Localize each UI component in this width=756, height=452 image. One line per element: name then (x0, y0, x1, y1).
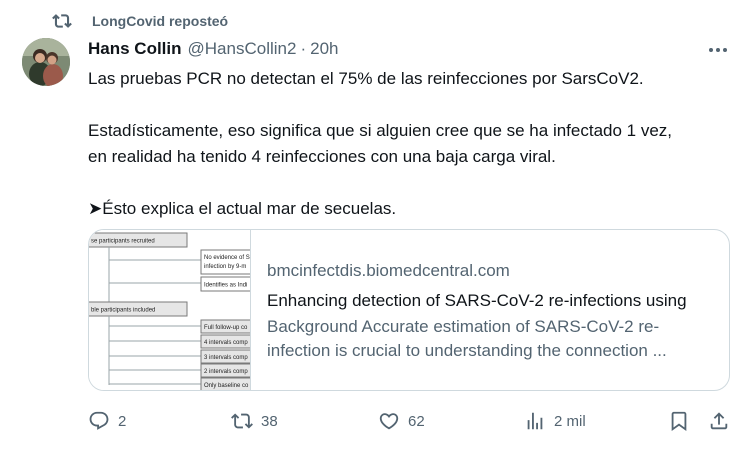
svg-text:infection by 9-m: infection by 9-m (204, 264, 246, 270)
card-description: Background Accurate estimation of SARS-C… (267, 317, 667, 360)
card-domain: bmcinfectdis.biomedcentral.com (267, 261, 510, 280)
svg-text:No evidence of S: No evidence of S (204, 255, 250, 261)
svg-text:Full follow-up co: Full follow-up co (204, 325, 248, 331)
repost-button[interactable]: 38 (231, 407, 278, 435)
bookmark-icon (671, 411, 687, 432)
tweet-text-line: ➤Ésto explica el actual mar de secuelas. (88, 199, 397, 218)
heart-icon (379, 413, 399, 430)
repost-indicator[interactable]: LongCovid reposteó (52, 11, 228, 31)
svg-text:ble participants included: ble participants included (91, 308, 155, 314)
svg-text:se participants recruited: se participants recruited (91, 239, 155, 245)
author-handle[interactable]: @HansCollin2 (188, 39, 297, 59)
avatar-photo (22, 38, 70, 86)
views-count: 2 mil (554, 412, 586, 430)
tweet-text-line: en realidad ha tenido 4 reinfecciones co… (88, 147, 556, 166)
reply-button[interactable]: 2 (88, 407, 126, 435)
timestamp[interactable]: 20h (310, 39, 338, 59)
flowchart-thumbnail: se participants recruited No evidence of… (89, 232, 250, 390)
reply-icon (89, 411, 109, 430)
bookmark-button[interactable] (668, 407, 690, 435)
repost-label[interactable]: LongCovid reposteó (92, 13, 228, 29)
tweet-text-line: Las pruebas PCR no detectan el 75% de la… (88, 69, 644, 88)
share-button[interactable] (708, 407, 730, 435)
repost-icon (52, 14, 72, 28)
svg-text:3 intervals comp: 3 intervals comp (204, 355, 248, 361)
views-icon (527, 412, 543, 430)
views-button[interactable]: 2 mil (524, 407, 586, 435)
action-bar: 2 38 62 2 mil (88, 407, 734, 435)
author-name[interactable]: Hans Collin (88, 39, 182, 59)
repost-count: 38 (261, 412, 278, 430)
tweet-header: Hans Collin @HansCollin2 · 20h (88, 39, 338, 61)
svg-text:4 intervals comp: 4 intervals comp (204, 340, 248, 346)
tweet-text: Las pruebas PCR no detectan el 75% de la… (88, 66, 738, 222)
separator: · (300, 39, 307, 58)
card-title: Enhancing detection of SARS-CoV-2 re-inf… (267, 291, 687, 310)
link-preview-card[interactable]: se participants recruited No evidence of… (88, 229, 730, 391)
svg-text:Identifies as Indi: Identifies as Indi (204, 283, 247, 289)
card-thumbnail: se participants recruited No evidence of… (89, 230, 251, 390)
card-info: bmcinfectdis.biomedcentral.com Enhancing… (267, 260, 717, 363)
share-icon (710, 412, 728, 430)
more-options-icon[interactable] (706, 40, 730, 60)
tweet-text-line: Estadísticamente, eso significa que si a… (88, 121, 673, 140)
like-button[interactable]: 62 (378, 407, 425, 435)
like-count: 62 (408, 412, 425, 430)
svg-text:Only baseline co: Only baseline co (204, 383, 249, 389)
repost-icon (231, 413, 253, 429)
reply-count: 2 (118, 412, 127, 430)
svg-text:2 intervals comp: 2 intervals comp (204, 369, 248, 375)
avatar[interactable] (22, 38, 70, 86)
